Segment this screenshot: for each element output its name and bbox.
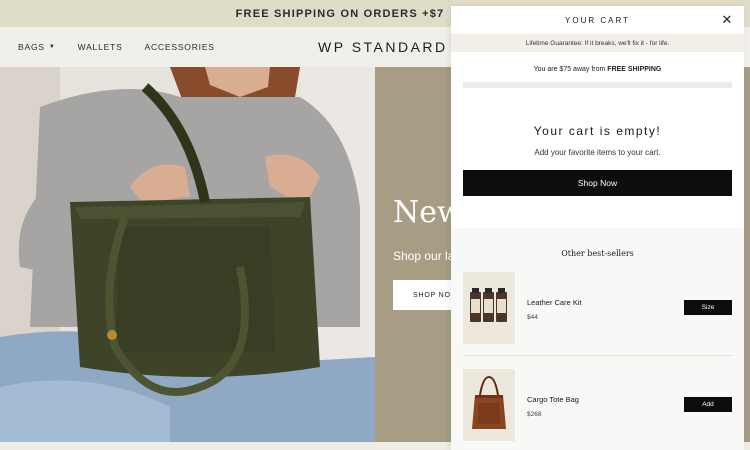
cargo-tote-bag-image[interactable] — [463, 369, 515, 441]
empty-cart-subtitle: Add your favorite items to your cart. — [534, 148, 661, 157]
product-card: Cargo Tote Bag $268 Add — [463, 369, 732, 443]
product-price: $44 — [527, 314, 538, 321]
product-divider — [463, 355, 732, 356]
nav-item-label: WALLETS — [77, 42, 123, 52]
best-sellers-section: Other best-sellers Leather Care Kit $44 — [451, 228, 744, 450]
cart-header: YOUR CART ✕ — [451, 6, 744, 34]
model-with-tote-illustration — [0, 67, 375, 442]
free-shipping-message: You are $75 away from FREE SHIPPING — [451, 66, 744, 73]
guarantee-banner: Lifetime Guarantee: If it breaks, we'll … — [451, 34, 744, 52]
shop-now-button[interactable]: Shop Now — [463, 170, 732, 196]
product-name[interactable]: Cargo Tote Bag — [527, 395, 579, 404]
product-price: $268 — [527, 411, 542, 418]
shipping-prefix: You are $75 away from — [533, 66, 608, 73]
close-icon[interactable]: ✕ — [720, 12, 734, 27]
hero-subtitle: Shop our la — [393, 249, 455, 263]
shipping-highlight: FREE SHIPPING — [607, 66, 662, 73]
cart-drawer: YOUR CART ✕ Lifetime Guarantee: If it br… — [451, 6, 744, 450]
product-card: Leather Care Kit $44 Size — [463, 272, 732, 346]
main-nav: BAGS ▼ WALLETS ACCESSORIES — [18, 27, 215, 67]
nav-item-label: ACCESSORIES — [144, 42, 215, 52]
hero-image — [0, 67, 375, 442]
nav-item-accessories[interactable]: ACCESSORIES — [145, 42, 215, 52]
nav-item-bags[interactable]: BAGS ▼ — [18, 42, 56, 52]
cart-title: YOUR CART — [565, 15, 630, 25]
add-to-cart-button[interactable]: Add — [684, 397, 732, 412]
size-button[interactable]: Size — [684, 300, 732, 315]
caret-down-icon: ▼ — [48, 44, 56, 50]
brand-logo[interactable]: WP STANDARD — [318, 27, 448, 67]
nav-item-label: BAGS — [18, 42, 45, 52]
product-name[interactable]: Leather Care Kit — [527, 298, 582, 307]
best-sellers-title: Other best-sellers — [561, 249, 634, 258]
announcement-text: FREE SHIPPING ON ORDERS +$7 — [235, 7, 445, 20]
leather-care-kit-image[interactable] — [463, 272, 515, 344]
nav-item-wallets[interactable]: WALLETS — [78, 42, 123, 52]
empty-cart-title: Your cart is empty! — [533, 124, 662, 138]
shipping-progress-bar — [463, 82, 732, 88]
